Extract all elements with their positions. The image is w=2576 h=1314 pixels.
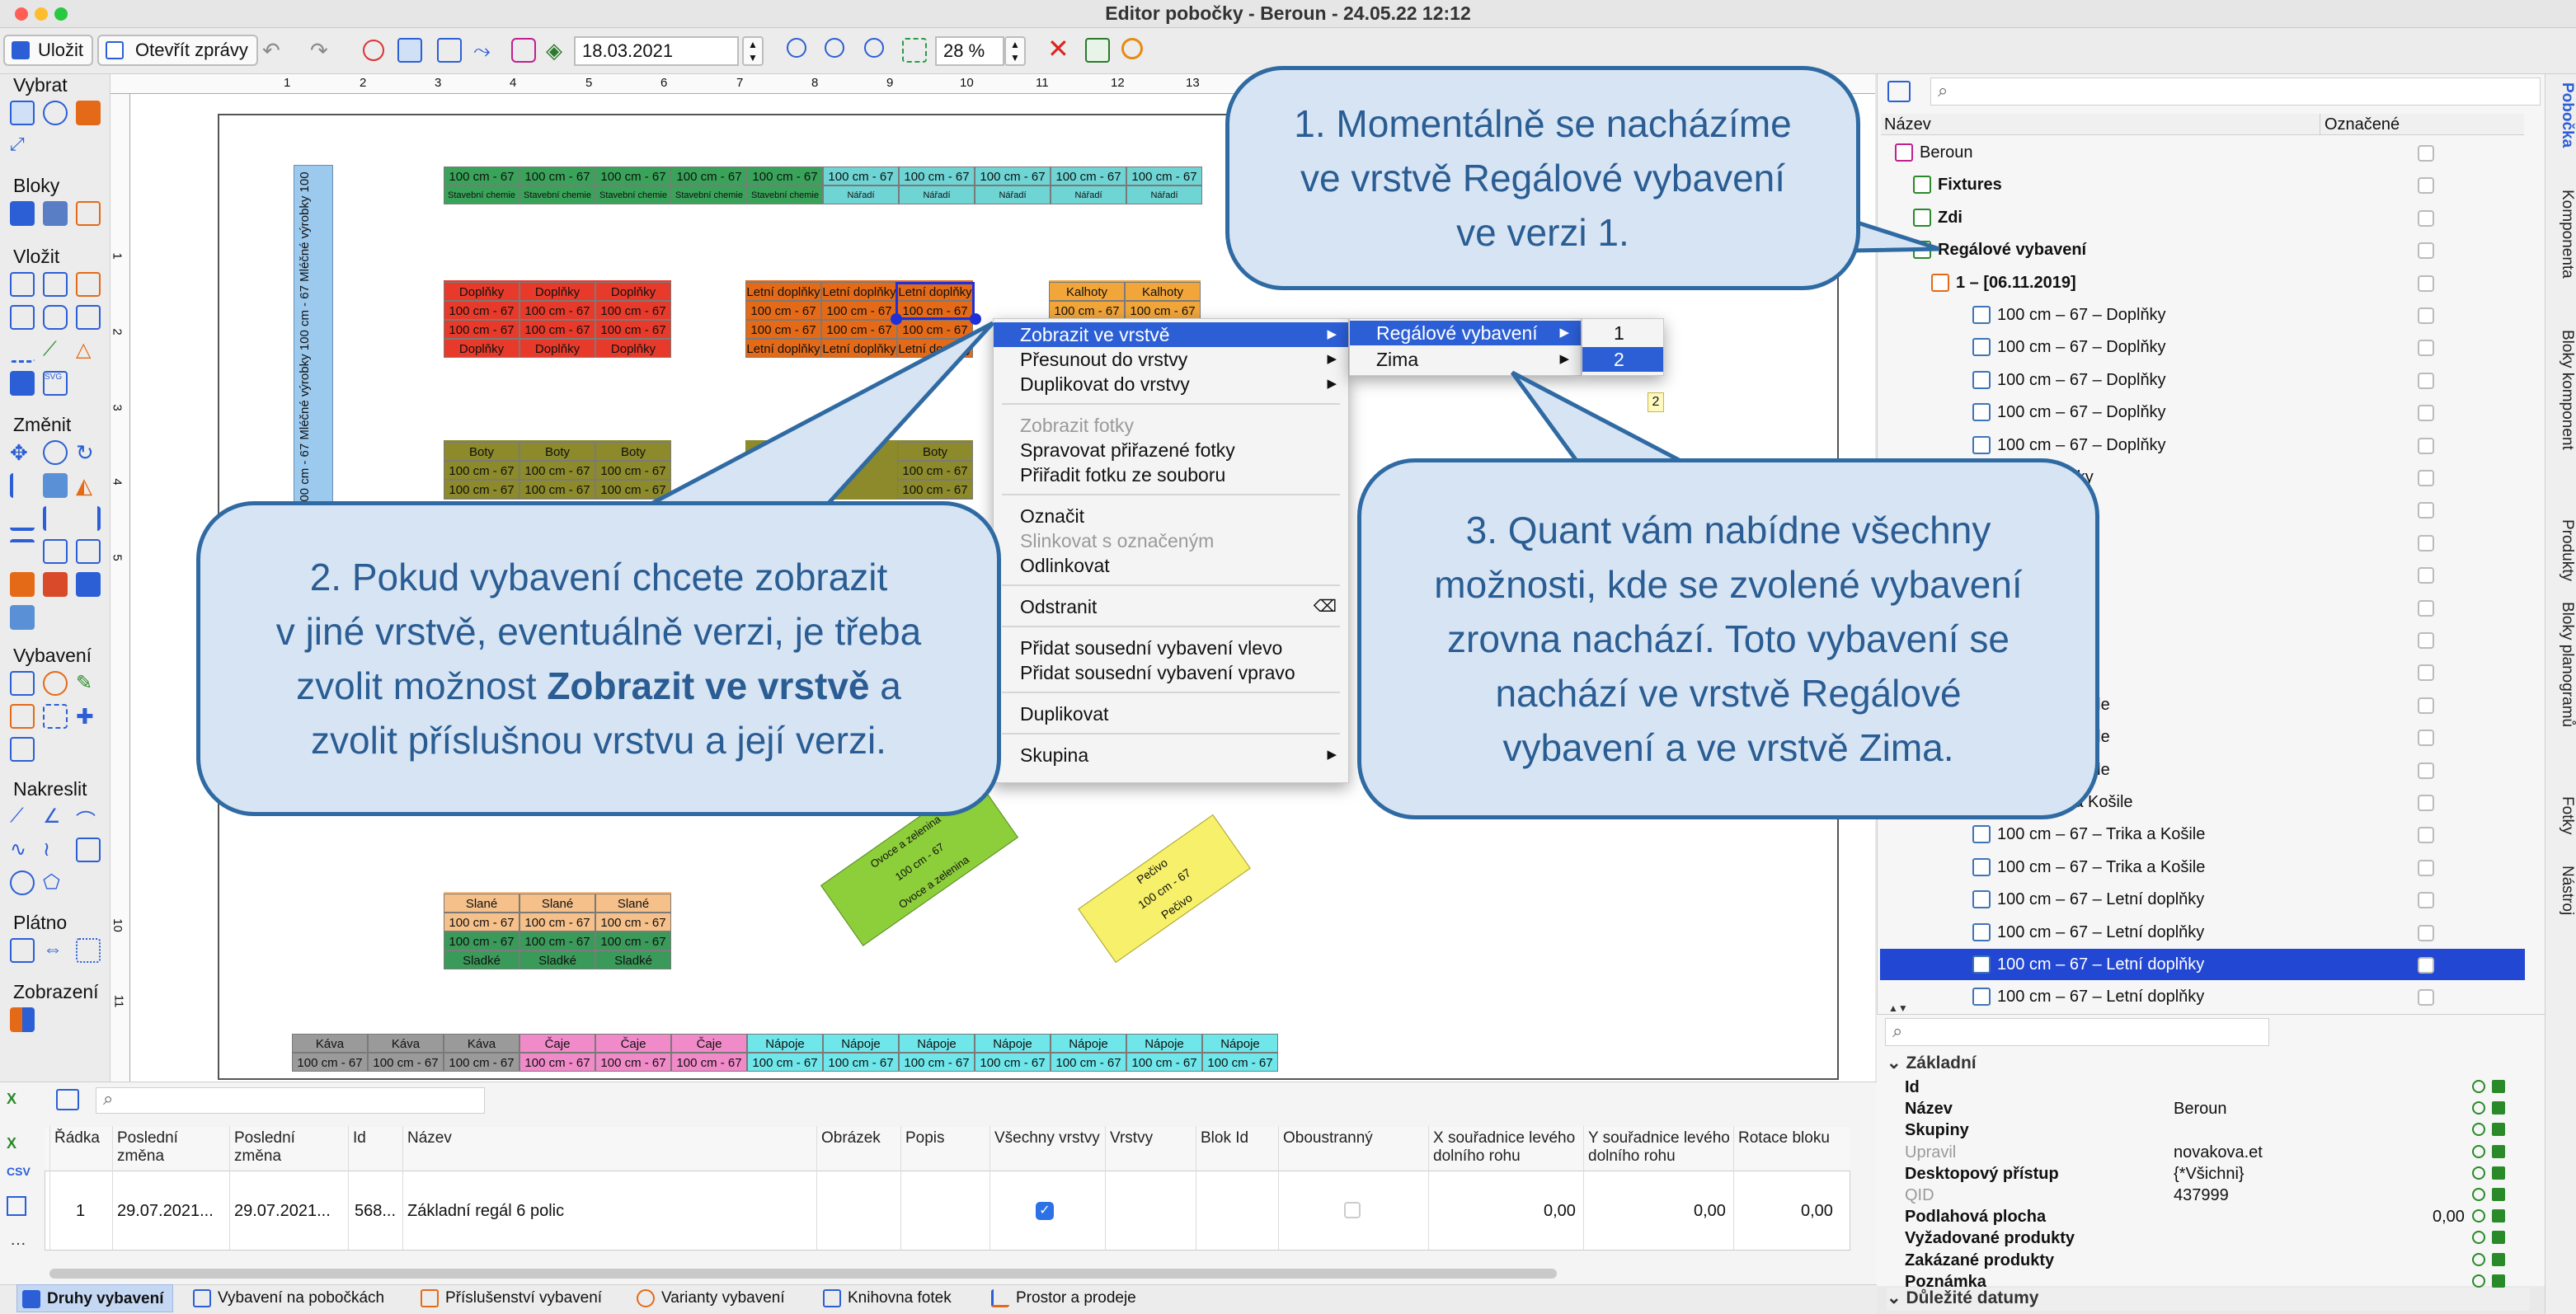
callout3-pointer <box>1510 370 1690 472</box>
callout-1: 1. Momentálně se nacházíme ve vrstvě Reg… <box>1225 66 1860 290</box>
callout1-pointer <box>1844 216 1940 253</box>
callout-2: 2. Pokud vybavení chcete zobrazit v jiné… <box>196 501 1001 816</box>
app-window: { "window":{"title":"Editor pobočky - Be… <box>0 0 2576 1314</box>
callout2-pointer <box>642 321 994 514</box>
callout-3: 3. Quant vám nabídne všechny možnosti, k… <box>1357 458 2099 819</box>
